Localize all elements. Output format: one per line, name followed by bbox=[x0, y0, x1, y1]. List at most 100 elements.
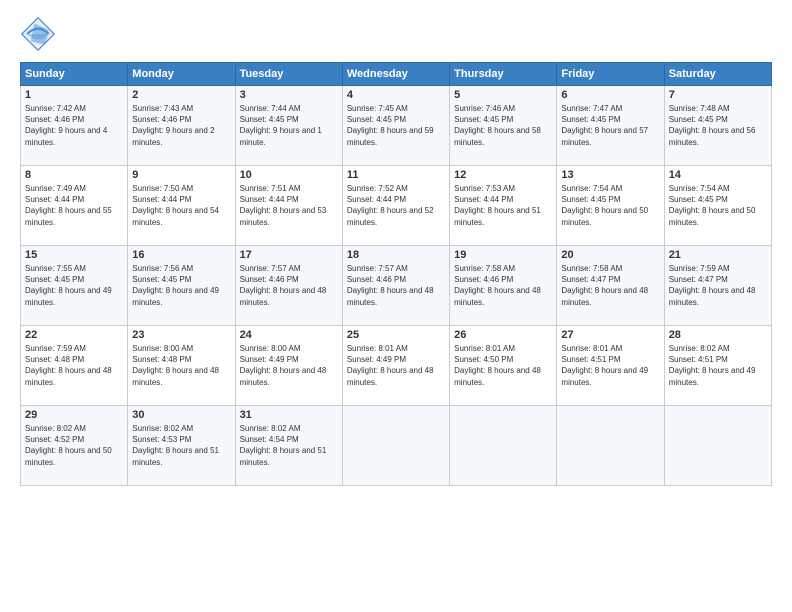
calendar-cell: 19 Sunrise: 7:58 AMSunset: 4:46 PMDaylig… bbox=[450, 246, 557, 326]
day-number: 2 bbox=[132, 89, 230, 101]
calendar-header: SundayMondayTuesdayWednesdayThursdayFrid… bbox=[21, 63, 772, 86]
calendar-cell: 5 Sunrise: 7:46 AMSunset: 4:45 PMDayligh… bbox=[450, 86, 557, 166]
calendar-cell bbox=[342, 406, 449, 486]
calendar-cell: 23 Sunrise: 8:00 AMSunset: 4:48 PMDaylig… bbox=[128, 326, 235, 406]
header bbox=[20, 16, 772, 52]
day-info: Sunrise: 7:44 AMSunset: 4:45 PMDaylight:… bbox=[240, 103, 338, 148]
day-number: 9 bbox=[132, 169, 230, 181]
day-info: Sunrise: 7:55 AMSunset: 4:45 PMDaylight:… bbox=[25, 263, 123, 308]
day-info: Sunrise: 7:47 AMSunset: 4:45 PMDaylight:… bbox=[561, 103, 659, 148]
day-info: Sunrise: 8:01 AMSunset: 4:50 PMDaylight:… bbox=[454, 343, 552, 388]
day-info: Sunrise: 7:53 AMSunset: 4:44 PMDaylight:… bbox=[454, 183, 552, 228]
calendar-cell: 25 Sunrise: 8:01 AMSunset: 4:49 PMDaylig… bbox=[342, 326, 449, 406]
logo bbox=[20, 16, 62, 52]
calendar-cell: 12 Sunrise: 7:53 AMSunset: 4:44 PMDaylig… bbox=[450, 166, 557, 246]
calendar-cell bbox=[664, 406, 771, 486]
day-number: 27 bbox=[561, 329, 659, 341]
calendar-cell: 17 Sunrise: 7:57 AMSunset: 4:46 PMDaylig… bbox=[235, 246, 342, 326]
day-number: 21 bbox=[669, 249, 767, 261]
day-number: 7 bbox=[669, 89, 767, 101]
calendar-cell: 13 Sunrise: 7:54 AMSunset: 4:45 PMDaylig… bbox=[557, 166, 664, 246]
day-number: 16 bbox=[132, 249, 230, 261]
calendar-cell: 29 Sunrise: 8:02 AMSunset: 4:52 PMDaylig… bbox=[21, 406, 128, 486]
calendar-cell: 3 Sunrise: 7:44 AMSunset: 4:45 PMDayligh… bbox=[235, 86, 342, 166]
day-info: Sunrise: 7:48 AMSunset: 4:45 PMDaylight:… bbox=[669, 103, 767, 148]
calendar-table: SundayMondayTuesdayWednesdayThursdayFrid… bbox=[20, 62, 772, 486]
day-info: Sunrise: 7:42 AMSunset: 4:46 PMDaylight:… bbox=[25, 103, 123, 148]
day-info: Sunrise: 7:54 AMSunset: 4:45 PMDaylight:… bbox=[669, 183, 767, 228]
week-row-4: 29 Sunrise: 8:02 AMSunset: 4:52 PMDaylig… bbox=[21, 406, 772, 486]
calendar-body: 1 Sunrise: 7:42 AMSunset: 4:46 PMDayligh… bbox=[21, 86, 772, 486]
day-info: Sunrise: 7:56 AMSunset: 4:45 PMDaylight:… bbox=[132, 263, 230, 308]
day-number: 26 bbox=[454, 329, 552, 341]
header-row: SundayMondayTuesdayWednesdayThursdayFrid… bbox=[21, 63, 772, 86]
calendar-cell: 9 Sunrise: 7:50 AMSunset: 4:44 PMDayligh… bbox=[128, 166, 235, 246]
calendar-cell: 7 Sunrise: 7:48 AMSunset: 4:45 PMDayligh… bbox=[664, 86, 771, 166]
day-info: Sunrise: 7:43 AMSunset: 4:46 PMDaylight:… bbox=[132, 103, 230, 148]
calendar-cell bbox=[450, 406, 557, 486]
header-cell-friday: Friday bbox=[557, 63, 664, 86]
day-number: 20 bbox=[561, 249, 659, 261]
day-number: 14 bbox=[669, 169, 767, 181]
day-info: Sunrise: 8:01 AMSunset: 4:49 PMDaylight:… bbox=[347, 343, 445, 388]
page: SundayMondayTuesdayWednesdayThursdayFrid… bbox=[0, 0, 792, 612]
day-number: 29 bbox=[25, 409, 123, 421]
day-info: Sunrise: 7:46 AMSunset: 4:45 PMDaylight:… bbox=[454, 103, 552, 148]
header-cell-sunday: Sunday bbox=[21, 63, 128, 86]
day-number: 15 bbox=[25, 249, 123, 261]
week-row-3: 22 Sunrise: 7:59 AMSunset: 4:48 PMDaylig… bbox=[21, 326, 772, 406]
calendar-cell: 16 Sunrise: 7:56 AMSunset: 4:45 PMDaylig… bbox=[128, 246, 235, 326]
logo-icon bbox=[20, 16, 56, 52]
day-info: Sunrise: 7:50 AMSunset: 4:44 PMDaylight:… bbox=[132, 183, 230, 228]
day-info: Sunrise: 8:02 AMSunset: 4:51 PMDaylight:… bbox=[669, 343, 767, 388]
day-info: Sunrise: 7:45 AMSunset: 4:45 PMDaylight:… bbox=[347, 103, 445, 148]
day-info: Sunrise: 7:49 AMSunset: 4:44 PMDaylight:… bbox=[25, 183, 123, 228]
day-number: 30 bbox=[132, 409, 230, 421]
calendar-cell: 24 Sunrise: 8:00 AMSunset: 4:49 PMDaylig… bbox=[235, 326, 342, 406]
day-number: 24 bbox=[240, 329, 338, 341]
day-number: 19 bbox=[454, 249, 552, 261]
calendar-cell: 2 Sunrise: 7:43 AMSunset: 4:46 PMDayligh… bbox=[128, 86, 235, 166]
header-cell-thursday: Thursday bbox=[450, 63, 557, 86]
day-number: 18 bbox=[347, 249, 445, 261]
calendar-cell: 21 Sunrise: 7:59 AMSunset: 4:47 PMDaylig… bbox=[664, 246, 771, 326]
header-cell-monday: Monday bbox=[128, 63, 235, 86]
calendar-cell: 30 Sunrise: 8:02 AMSunset: 4:53 PMDaylig… bbox=[128, 406, 235, 486]
day-info: Sunrise: 7:57 AMSunset: 4:46 PMDaylight:… bbox=[347, 263, 445, 308]
day-info: Sunrise: 7:51 AMSunset: 4:44 PMDaylight:… bbox=[240, 183, 338, 228]
week-row-1: 8 Sunrise: 7:49 AMSunset: 4:44 PMDayligh… bbox=[21, 166, 772, 246]
day-number: 10 bbox=[240, 169, 338, 181]
day-number: 3 bbox=[240, 89, 338, 101]
header-cell-tuesday: Tuesday bbox=[235, 63, 342, 86]
day-info: Sunrise: 7:59 AMSunset: 4:47 PMDaylight:… bbox=[669, 263, 767, 308]
week-row-2: 15 Sunrise: 7:55 AMSunset: 4:45 PMDaylig… bbox=[21, 246, 772, 326]
calendar-cell: 14 Sunrise: 7:54 AMSunset: 4:45 PMDaylig… bbox=[664, 166, 771, 246]
calendar-cell: 18 Sunrise: 7:57 AMSunset: 4:46 PMDaylig… bbox=[342, 246, 449, 326]
calendar-cell: 28 Sunrise: 8:02 AMSunset: 4:51 PMDaylig… bbox=[664, 326, 771, 406]
day-info: Sunrise: 7:54 AMSunset: 4:45 PMDaylight:… bbox=[561, 183, 659, 228]
day-number: 22 bbox=[25, 329, 123, 341]
day-info: Sunrise: 8:01 AMSunset: 4:51 PMDaylight:… bbox=[561, 343, 659, 388]
calendar-cell: 6 Sunrise: 7:47 AMSunset: 4:45 PMDayligh… bbox=[557, 86, 664, 166]
calendar-cell: 27 Sunrise: 8:01 AMSunset: 4:51 PMDaylig… bbox=[557, 326, 664, 406]
day-info: Sunrise: 7:52 AMSunset: 4:44 PMDaylight:… bbox=[347, 183, 445, 228]
calendar-cell: 20 Sunrise: 7:58 AMSunset: 4:47 PMDaylig… bbox=[557, 246, 664, 326]
day-info: Sunrise: 8:00 AMSunset: 4:48 PMDaylight:… bbox=[132, 343, 230, 388]
day-number: 31 bbox=[240, 409, 338, 421]
calendar-cell: 26 Sunrise: 8:01 AMSunset: 4:50 PMDaylig… bbox=[450, 326, 557, 406]
header-cell-wednesday: Wednesday bbox=[342, 63, 449, 86]
day-info: Sunrise: 8:02 AMSunset: 4:54 PMDaylight:… bbox=[240, 423, 338, 468]
day-info: Sunrise: 7:57 AMSunset: 4:46 PMDaylight:… bbox=[240, 263, 338, 308]
calendar-cell: 22 Sunrise: 7:59 AMSunset: 4:48 PMDaylig… bbox=[21, 326, 128, 406]
calendar-cell: 10 Sunrise: 7:51 AMSunset: 4:44 PMDaylig… bbox=[235, 166, 342, 246]
day-number: 25 bbox=[347, 329, 445, 341]
calendar-cell: 11 Sunrise: 7:52 AMSunset: 4:44 PMDaylig… bbox=[342, 166, 449, 246]
calendar-cell bbox=[557, 406, 664, 486]
day-info: Sunrise: 7:59 AMSunset: 4:48 PMDaylight:… bbox=[25, 343, 123, 388]
day-info: Sunrise: 8:02 AMSunset: 4:53 PMDaylight:… bbox=[132, 423, 230, 468]
day-number: 6 bbox=[561, 89, 659, 101]
day-number: 5 bbox=[454, 89, 552, 101]
day-info: Sunrise: 7:58 AMSunset: 4:47 PMDaylight:… bbox=[561, 263, 659, 308]
day-info: Sunrise: 8:02 AMSunset: 4:52 PMDaylight:… bbox=[25, 423, 123, 468]
day-info: Sunrise: 7:58 AMSunset: 4:46 PMDaylight:… bbox=[454, 263, 552, 308]
